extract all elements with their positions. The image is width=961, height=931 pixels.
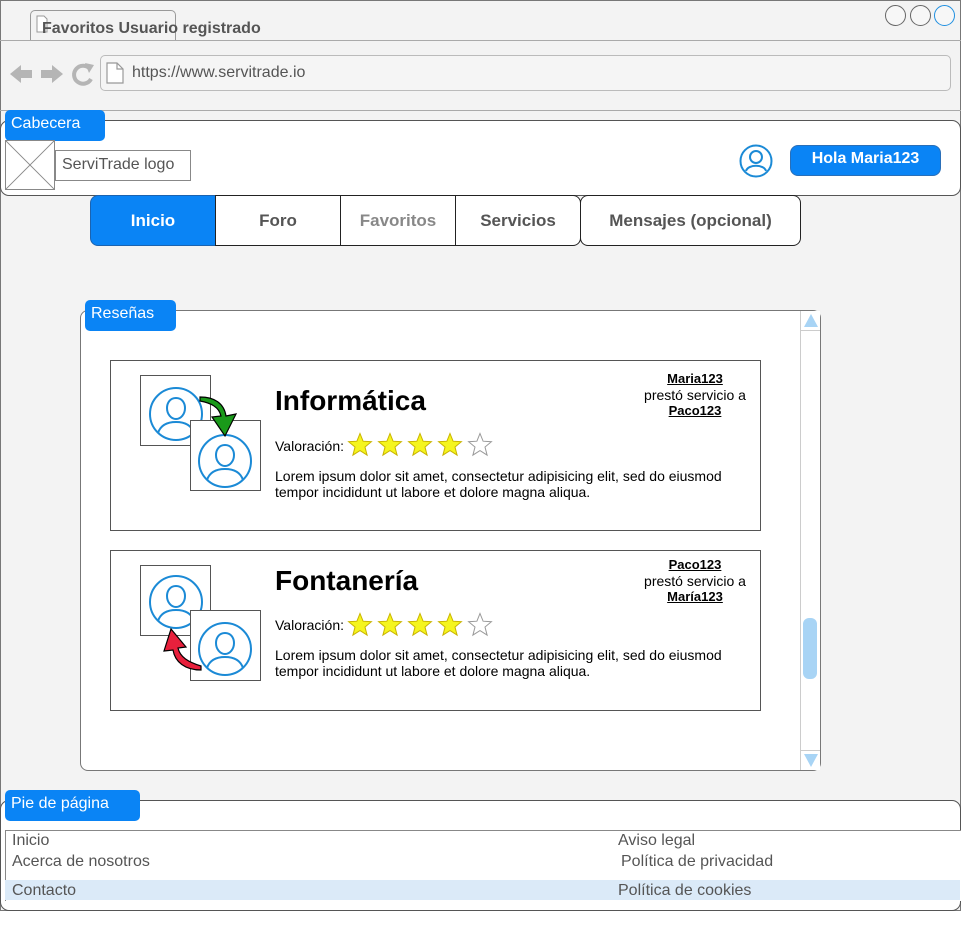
star-filled-icon bbox=[347, 612, 373, 637]
footer-link-cookies[interactable]: Política de cookies bbox=[618, 882, 751, 900]
review-text: Lorem ipsum dolor sit amet, consectetur … bbox=[275, 647, 745, 679]
provider-link[interactable]: Maria123 bbox=[635, 371, 755, 387]
tab-mensajes[interactable]: Mensajes (opcional) bbox=[580, 195, 801, 246]
rating-label: Valoración: bbox=[275, 617, 345, 633]
scrollbar-divider bbox=[801, 750, 820, 751]
client-link[interactable]: María123 bbox=[635, 589, 755, 605]
scrollbar[interactable] bbox=[800, 311, 820, 770]
star-filled-icon bbox=[407, 432, 433, 457]
provider-link[interactable]: Paco123 bbox=[635, 557, 755, 573]
browser-nav-icons bbox=[10, 63, 94, 86]
star-filled-icon bbox=[377, 612, 403, 637]
star-filled-icon bbox=[437, 432, 463, 457]
page-icon bbox=[106, 62, 124, 84]
tab-title: Favoritos Usuario registrado bbox=[42, 20, 261, 37]
tab-divider bbox=[0, 40, 961, 41]
service-relation-text: prestó servicio a bbox=[644, 573, 746, 589]
logo-image-placeholder-icon bbox=[5, 140, 55, 190]
review-text-line: tempor incididunt ut labore et dolore ma… bbox=[275, 663, 591, 679]
tab-servicios[interactable]: Servicios bbox=[455, 195, 581, 246]
arrow-down-green-icon bbox=[199, 396, 238, 438]
scroll-down-icon[interactable] bbox=[804, 754, 818, 767]
footer-section-label: Pie de página bbox=[5, 790, 140, 821]
chrome-divider bbox=[0, 110, 961, 111]
header-section-label: Cabecera bbox=[5, 110, 105, 141]
tab-foro[interactable]: Foro bbox=[215, 195, 341, 246]
scrollbar-thumb[interactable] bbox=[803, 618, 817, 679]
star-filled-icon bbox=[347, 432, 373, 457]
star-empty-icon bbox=[467, 432, 493, 457]
reviews-section-label: Reseñas bbox=[85, 300, 176, 331]
review-category: Fontanería bbox=[275, 565, 419, 596]
footer-link-inicio[interactable]: Inicio bbox=[12, 832, 49, 850]
rating-stars bbox=[347, 432, 493, 458]
footer-row-highlight bbox=[5, 880, 960, 900]
footer-link-privacidad[interactable]: Política de privacidad bbox=[621, 853, 773, 871]
star-filled-icon bbox=[407, 612, 433, 637]
tab-inicio[interactable]: Inicio bbox=[90, 195, 216, 246]
arrow-up-red-icon bbox=[163, 627, 202, 671]
review-category: Informática bbox=[275, 385, 426, 416]
star-empty-icon bbox=[467, 612, 493, 637]
window-close-button[interactable] bbox=[934, 5, 955, 26]
review-text-line: tempor incididunt ut labore et dolore ma… bbox=[275, 484, 591, 500]
scrollbar-divider bbox=[801, 330, 820, 331]
footer-link-acerca[interactable]: Acerca de nosotros bbox=[12, 853, 150, 871]
user-account-icon[interactable] bbox=[739, 144, 773, 178]
review-text-line: Lorem ipsum dolor sit amet, consectetur … bbox=[275, 647, 722, 663]
rating-stars bbox=[347, 612, 493, 638]
star-filled-icon bbox=[377, 432, 403, 457]
tab-favoritos[interactable]: Favoritos bbox=[340, 195, 456, 246]
reload-icon[interactable] bbox=[72, 63, 94, 86]
footer-link-aviso-legal[interactable]: Aviso legal bbox=[618, 832, 695, 850]
rating-label: Valoración: bbox=[275, 438, 345, 454]
window-maximize-button[interactable] bbox=[910, 5, 931, 26]
review-participants: Paco123 prestó servicio a María123 bbox=[635, 557, 755, 605]
review-text: Lorem ipsum dolor sit amet, consectetur … bbox=[275, 468, 745, 500]
review-text-line: Lorem ipsum dolor sit amet, consectetur … bbox=[275, 468, 722, 484]
scroll-up-icon[interactable] bbox=[804, 314, 818, 327]
star-filled-icon bbox=[437, 612, 463, 637]
review-participants: Maria123 prestó servicio a Paco123 bbox=[635, 371, 755, 419]
client-link[interactable]: Paco123 bbox=[635, 403, 755, 419]
forward-arrow-icon[interactable] bbox=[41, 65, 63, 83]
logo-text[interactable]: ServiTrade logo bbox=[55, 150, 191, 181]
window-minimize-button[interactable] bbox=[885, 5, 906, 26]
footer-link-contacto[interactable]: Contacto bbox=[12, 882, 76, 900]
service-relation-text: prestó servicio a bbox=[644, 387, 746, 403]
user-greeting-button[interactable]: Hola Maria123 bbox=[790, 145, 941, 176]
back-arrow-icon[interactable] bbox=[10, 65, 32, 83]
url-text[interactable]: https://www.servitrade.io bbox=[132, 64, 305, 82]
